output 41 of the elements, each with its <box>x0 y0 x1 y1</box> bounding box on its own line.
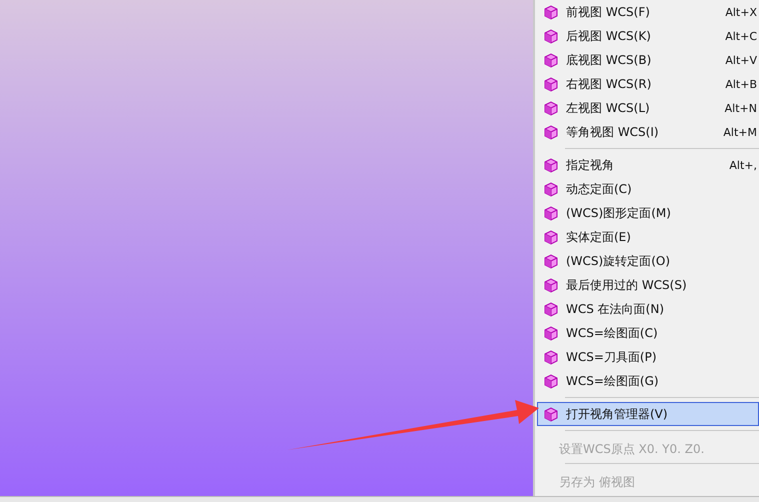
cube-icon <box>543 229 559 245</box>
shortcut-text: Alt+X <box>725 6 757 18</box>
menu-item[interactable]: 底视图 WCS(B) Alt+V <box>537 48 759 72</box>
cube-icon <box>543 325 559 341</box>
menu-item[interactable]: 最后使用过的 WCS(S) <box>537 273 759 297</box>
cube-icon <box>543 253 559 269</box>
menu-item[interactable]: (WCS)图形定面(M) <box>537 201 759 225</box>
shortcut-text: Alt+C <box>725 30 757 42</box>
cube-icon <box>543 52 559 68</box>
cube-icon <box>543 100 559 116</box>
cube-icon <box>543 406 559 422</box>
cube-icon <box>543 124 559 140</box>
cube-icon <box>543 205 559 221</box>
menu-item[interactable]: 右视图 WCS(R) Alt+B <box>537 72 759 96</box>
cube-icon <box>543 4 559 20</box>
menu-item[interactable]: 左视图 WCS(L) Alt+N <box>537 96 759 120</box>
cube-icon <box>543 301 559 317</box>
menu-item[interactable]: 动态定面(C) <box>537 177 759 201</box>
menu-item[interactable]: WCS=刀具面(P) <box>537 345 759 369</box>
menu-item[interactable]: WCS 在法向面(N) <box>537 297 759 321</box>
menu-item[interactable]: 指定视角 Alt+, <box>537 153 759 177</box>
shortcut-text: Alt+B <box>725 78 757 90</box>
shortcut-text: Alt+, <box>729 158 757 172</box>
cube-icon <box>543 277 559 293</box>
shortcut-text: Alt+M <box>723 126 757 138</box>
shortcut-text: Alt+N <box>724 102 757 114</box>
cube-icon <box>543 373 559 389</box>
menu-item[interactable]: (WCS)旋转定面(O) <box>537 249 759 273</box>
menu-item[interactable]: 等角视图 WCS(I) Alt+M <box>537 120 759 144</box>
menu-item[interactable]: 实体定面(E) <box>537 225 759 249</box>
menu-item[interactable]: 打开视角管理器(V) <box>537 402 759 426</box>
cube-icon <box>543 181 559 197</box>
menu-item[interactable]: 前视图 WCS(F) Alt+X <box>537 0 759 24</box>
cube-icon <box>543 349 559 365</box>
cube-icon <box>543 28 559 44</box>
menu-item[interactable]: WCS=绘图面(C) <box>537 321 759 345</box>
menu-item[interactable]: WCS=绘图面(G) <box>537 369 759 393</box>
shortcut-text: Alt+V <box>725 54 757 66</box>
cube-icon <box>543 157 559 173</box>
cube-icon <box>543 76 559 92</box>
menu-item[interactable]: 后视图 WCS(K) Alt+C <box>537 24 759 48</box>
